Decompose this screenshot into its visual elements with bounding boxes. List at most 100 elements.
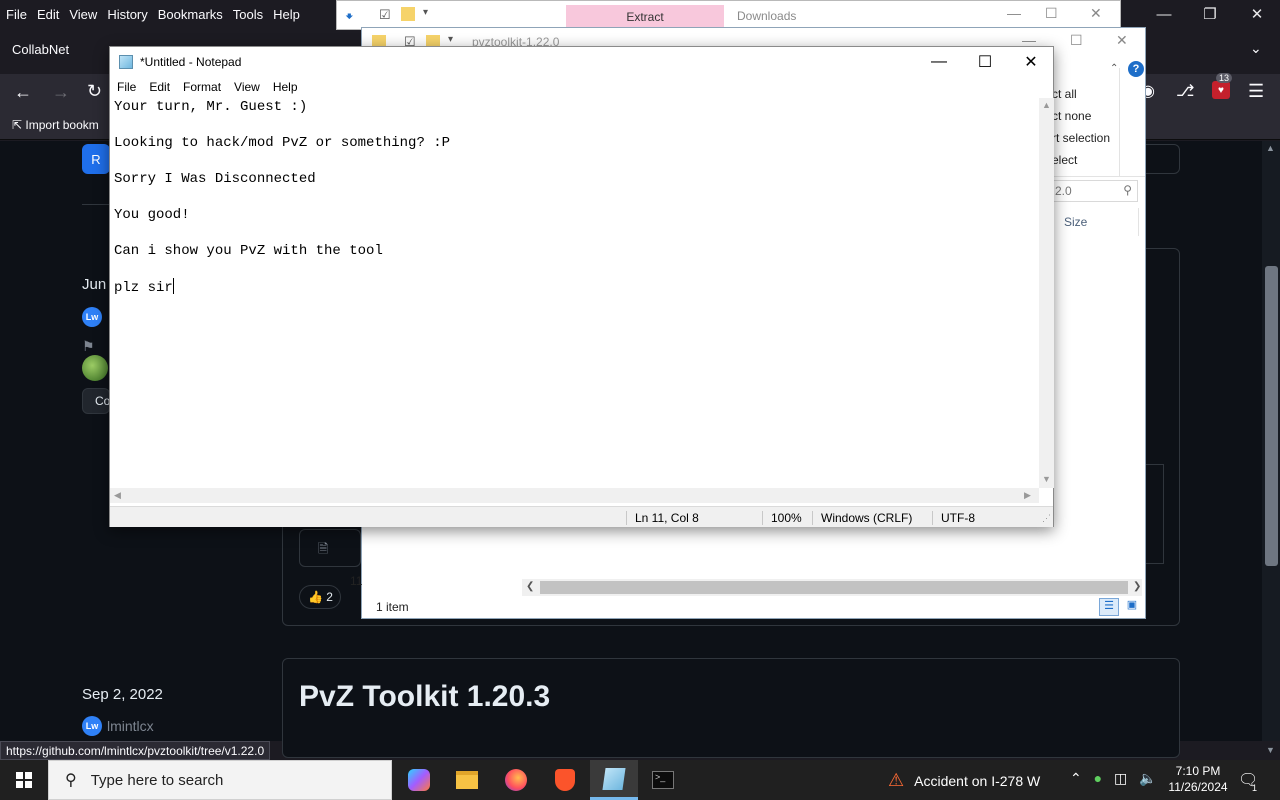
notepad-close-button[interactable]: ✕: [1008, 47, 1054, 77]
firefox-close-button[interactable]: ✕: [1234, 0, 1280, 28]
select-all-button[interactable]: ct all: [1052, 83, 1110, 105]
text-line: ​: [114, 260, 1039, 278]
close-icon[interactable]: ✕: [1090, 5, 1102, 22]
notepad-text-area[interactable]: Your turn, Mr. Guest :)​Looking to hack/…: [114, 98, 1039, 485]
scroll-down-icon[interactable]: ▼: [1042, 474, 1051, 484]
notepad-menu-help[interactable]: Help: [273, 80, 298, 94]
menu-edit[interactable]: Edit: [37, 7, 59, 22]
scroll-left-icon[interactable]: ◀: [114, 490, 121, 501]
explorer-status-item-count: 1 item: [376, 600, 409, 614]
text-caret: [172, 278, 174, 294]
notepad-hscrollbar[interactable]: ◀ ▶: [110, 488, 1039, 503]
hamburger-menu-icon[interactable]: ☰: [1248, 81, 1264, 102]
properties-icon[interactable]: ☑: [379, 7, 391, 23]
scroll-up-icon[interactable]: ▲: [1042, 100, 1051, 110]
taskbar-copilot[interactable]: [395, 760, 443, 800]
start-button[interactable]: [0, 760, 48, 800]
notepad-statusbar: Ln 11, Col 8 100% Windows (CRLF) UTF-8 ⋰: [110, 506, 1053, 527]
size-column-header[interactable]: Size: [1064, 215, 1087, 229]
menu-help[interactable]: Help: [273, 7, 300, 22]
scroll-left-icon[interactable]: ❮: [526, 581, 534, 592]
tag-icon: ⚑: [82, 338, 95, 354]
downloads-window-title: Downloads: [737, 9, 797, 23]
release-author-avatar[interactable]: Lw: [82, 716, 102, 736]
page-scrollbar-thumb[interactable]: [1265, 266, 1278, 566]
minimize-icon[interactable]: —: [1007, 5, 1021, 21]
firefox-minimize-button[interactable]: —: [1141, 0, 1187, 28]
maximize-icon[interactable]: ☐: [1070, 32, 1083, 49]
forward-icon[interactable]: →: [52, 82, 70, 103]
menu-view[interactable]: View: [69, 7, 97, 22]
taskbar-clock[interactable]: 7:10 PM 11/26/2024: [1160, 763, 1236, 795]
new-folder-icon[interactable]: [401, 7, 415, 21]
notepad-maximize-button[interactable]: ☐: [962, 47, 1008, 77]
user-icon[interactable]: ●: [1094, 770, 1102, 786]
current-line-text: plz sir: [114, 280, 173, 296]
release-title[interactable]: PvZ Toolkit 1.20.3: [299, 680, 550, 714]
thumbs-up-reaction[interactable]: 👍 2: [299, 585, 341, 609]
link-status-url: https://github.com/lmintlcx/pvztoolkit/t…: [0, 741, 271, 760]
explorer-hscroll-thumb[interactable]: [540, 581, 1128, 594]
notepad-menu-file[interactable]: File: [117, 80, 136, 94]
menu-tools[interactable]: Tools: [233, 7, 263, 22]
scroll-down-icon[interactable]: ▼: [1266, 745, 1275, 755]
large-icons-view-icon[interactable]: ▣: [1122, 598, 1142, 616]
scroll-up-icon[interactable]: ▲: [1266, 143, 1275, 153]
scroll-right-icon[interactable]: ❯: [1133, 581, 1141, 592]
qat-dropdown-icon[interactable]: ▾: [448, 34, 453, 45]
list-tabs-icon[interactable]: ⌄: [1250, 40, 1262, 57]
close-icon[interactable]: ✕: [1116, 32, 1128, 49]
maximize-icon[interactable]: ☐: [1045, 5, 1058, 22]
firefox-tab-collabnet[interactable]: CollabNet: [12, 42, 69, 57]
reload-icon[interactable]: ↻: [87, 81, 102, 102]
notepad-vscrollbar[interactable]: ▲ ▼: [1039, 98, 1054, 488]
text-line: You good!: [114, 207, 190, 223]
taskbar-notepad[interactable]: [590, 760, 638, 800]
source-code-asset[interactable]: 🗎: [299, 529, 361, 567]
network-icon[interactable]: ◫: [1114, 770, 1127, 786]
notepad-menu-view[interactable]: View: [234, 80, 260, 94]
menu-history[interactable]: History: [107, 7, 147, 22]
text-line: ​: [114, 188, 1039, 206]
qat-dropdown-icon[interactable]: ▾: [423, 7, 428, 18]
notepad-minimize-button[interactable]: —: [916, 47, 962, 77]
zoom-level: 100%: [762, 511, 802, 525]
author-avatar[interactable]: Lw: [82, 307, 102, 327]
collapse-ribbon-icon[interactable]: ⌃: [1110, 63, 1118, 74]
taskbar-file-explorer[interactable]: [443, 760, 491, 800]
taskbar-brave[interactable]: [541, 760, 589, 800]
resize-grip-icon[interactable]: ⋰: [1042, 513, 1051, 524]
notepad-menu-edit[interactable]: Edit: [149, 80, 170, 94]
select-none-button[interactable]: ct none: [1052, 105, 1110, 127]
notepad-menu-format[interactable]: Format: [183, 80, 221, 94]
explorer-search-input[interactable]: 2.0 ⚲: [1050, 180, 1138, 202]
extensions-icon[interactable]: ⎇: [1176, 81, 1194, 101]
import-bookmarks-link[interactable]: ⇱ Import bookm: [12, 118, 99, 132]
show-hidden-icons[interactable]: ⌃: [1070, 770, 1082, 786]
menu-file[interactable]: File: [6, 7, 27, 22]
ublock-icon[interactable]: ♥: [1212, 81, 1230, 99]
compare-button[interactable]: Co: [82, 388, 110, 414]
release-action-button[interactable]: R: [82, 144, 110, 174]
cursor-position: Ln 11, Col 8: [626, 511, 699, 525]
volume-icon[interactable]: 🔈: [1139, 770, 1156, 786]
invert-selection-button[interactable]: rt selection: [1052, 127, 1110, 149]
scroll-right-icon[interactable]: ▶: [1024, 490, 1031, 501]
taskbar-search-input[interactable]: ⚲ Type here to search: [48, 760, 392, 800]
details-view-icon[interactable]: ☰: [1099, 598, 1119, 616]
extract-ribbon-tab[interactable]: Extract: [566, 5, 724, 29]
taskbar-news-widget[interactable]: ⚠ Accident on I-278 W: [888, 770, 1040, 791]
notepad-titlebar[interactable]: *Untitled - Notepad — ☐ ✕: [110, 47, 1053, 77]
menu-bookmarks[interactable]: Bookmarks: [158, 7, 223, 22]
release-author[interactable]: lmintlcx: [107, 718, 154, 734]
firefox-restore-button[interactable]: ❐: [1187, 0, 1233, 28]
thumbs-up-icon: 👍: [308, 590, 323, 604]
help-icon[interactable]: ?: [1128, 61, 1144, 77]
back-icon[interactable]: ←: [14, 82, 32, 103]
encoding: UTF-8: [932, 511, 975, 525]
line-ending: Windows (CRLF): [812, 511, 912, 525]
release-action-label: R: [91, 151, 101, 167]
download-arrow-icon[interactable]: 🠻: [345, 6, 354, 30]
taskbar-firefox[interactable]: [492, 760, 540, 800]
taskbar-terminal[interactable]: >_: [639, 760, 687, 800]
